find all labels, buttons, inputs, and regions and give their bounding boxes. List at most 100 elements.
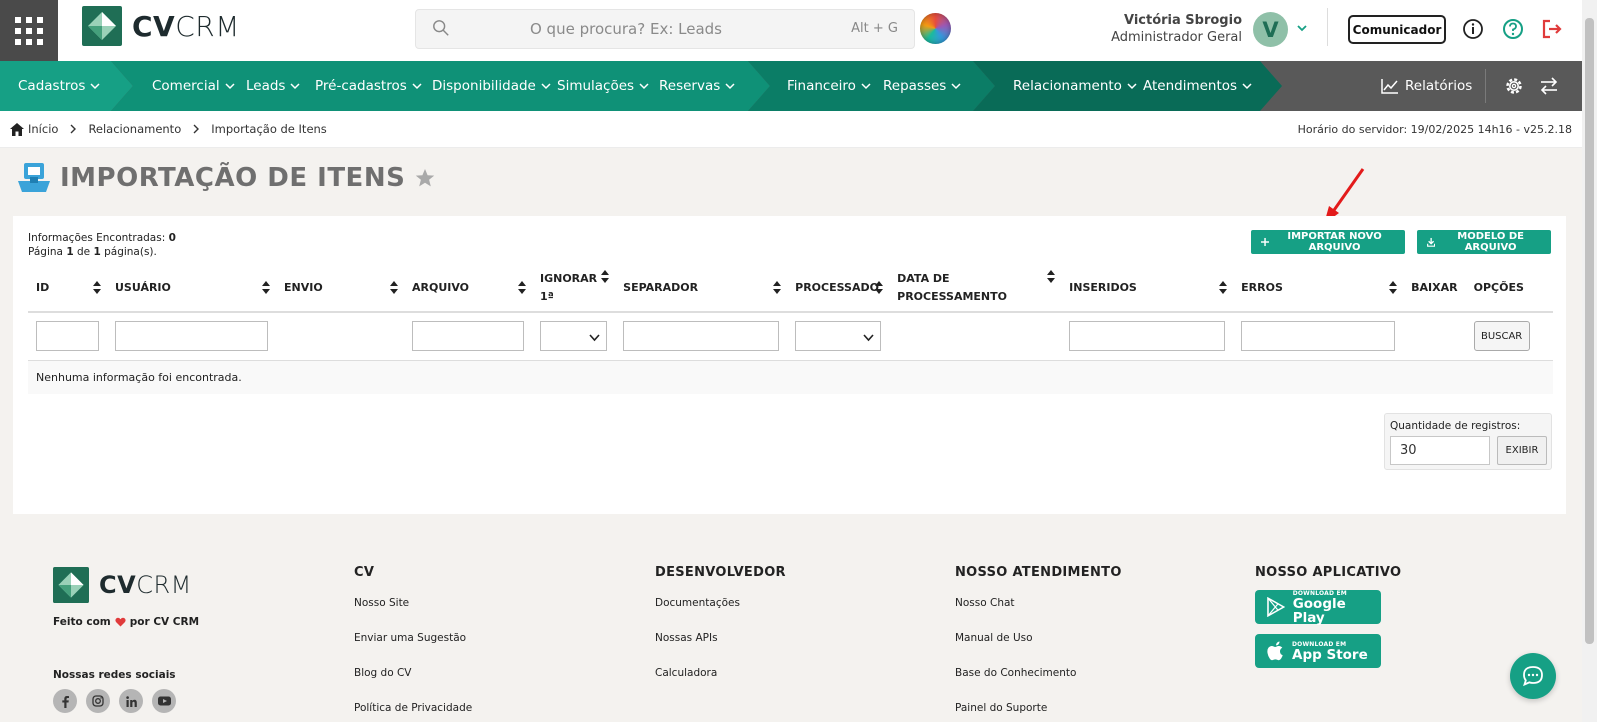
chat-button[interactable] [1510, 653, 1556, 699]
nav-atendimentos[interactable]: Atendimentos [1143, 61, 1252, 111]
nav-pre-cadastros[interactable]: Pré-cadastros [315, 61, 422, 111]
nav-divider [1485, 69, 1486, 103]
filter-processado-select[interactable] [795, 321, 882, 352]
col-baixar: BAIXAR [1403, 264, 1466, 313]
footer-link-support-panel[interactable]: Painel do Suporte [955, 702, 1122, 716]
col-opcoes: OPÇÕES [1465, 264, 1553, 313]
col-inseridos[interactable]: INSERIDOS [1061, 264, 1234, 313]
footer-col-support: NOSSO ATENDIMENTO Nosso Chat Manual de U… [955, 565, 1122, 722]
google-play-button[interactable]: DOWNLOAD EM Google Play [1255, 590, 1381, 625]
comunicador-button[interactable]: Comunicador [1348, 15, 1446, 44]
page-header: IMPORTAÇÃO DE ITENS [18, 163, 435, 193]
social-links [53, 689, 176, 713]
main-panel: Informações Encontradas: 0 Página 1 de 1… [13, 216, 1566, 514]
nav-simulacoes[interactable]: Simulações [557, 61, 649, 111]
filter-inseridos-input[interactable] [1069, 321, 1226, 352]
chevron-down-icon [90, 83, 100, 90]
nav-reservas[interactable]: Reservas [659, 61, 735, 111]
footer-link-manual[interactable]: Manual de Uso [955, 632, 1122, 646]
filter-ignorar-select[interactable] [540, 321, 608, 352]
info-icon[interactable] [1462, 18, 1484, 40]
nav-comercial[interactable]: Comercial [152, 61, 235, 111]
theme-color-orb[interactable] [920, 13, 951, 44]
col-erros[interactable]: ERROS [1233, 264, 1404, 313]
app-store-button[interactable]: DOWNLOAD EM App Store [1255, 634, 1381, 668]
file-template-button[interactable]: MODELO DE ARQUIVO [1417, 230, 1551, 254]
facebook-icon[interactable] [53, 689, 77, 713]
footer-made-with: Feito com por CV CRM [53, 616, 200, 628]
footer-link-apis[interactable]: Nossas APIs [655, 632, 786, 646]
chevron-right-icon [70, 124, 77, 134]
apps-menu-button[interactable] [0, 0, 58, 61]
star-icon[interactable] [415, 168, 435, 188]
import-new-file-button[interactable]: IMPORTAR NOVO ARQUIVO [1251, 230, 1405, 254]
breadcrumb-home[interactable]: Início [28, 122, 58, 136]
server-time: Horário do servidor: 19/02/2025 14h16 - … [1297, 123, 1572, 136]
gear-icon[interactable] [1504, 76, 1524, 96]
brand-wordmark: CVCRM [132, 9, 240, 43]
header-divider [1327, 8, 1328, 46]
show-button[interactable]: EXIBIR [1497, 436, 1547, 465]
col-data-processamento[interactable]: DATA DE PROCESSAMENTO [889, 264, 1062, 313]
avatar[interactable]: V [1253, 12, 1288, 47]
footer-link-site[interactable]: Nosso Site [354, 597, 472, 611]
nav-disponibilidade[interactable]: Disponibilidade [432, 61, 551, 111]
filter-usuario-input[interactable] [115, 321, 268, 352]
page-title: IMPORTAÇÃO DE ITENS [60, 163, 406, 193]
footer-link-suggestion[interactable]: Enviar uma Sugestão [354, 632, 472, 646]
logout-icon[interactable] [1541, 18, 1563, 40]
search-button[interactable]: BUSCAR [1473, 321, 1530, 352]
nav-relatorios[interactable]: Relatórios [1381, 61, 1472, 111]
user-role: Administrador Geral [1111, 30, 1242, 45]
help-icon[interactable] [1502, 18, 1524, 40]
linkedin-icon[interactable] [119, 689, 143, 713]
records-quantity-input[interactable] [1390, 436, 1490, 465]
page-scrollbar[interactable] [1582, 0, 1597, 722]
nav-repasses[interactable]: Repasses [883, 61, 961, 111]
nav-cadastros[interactable]: Cadastros [18, 61, 100, 111]
nav-relacionamento[interactable]: Relacionamento [1013, 61, 1137, 111]
instagram-icon[interactable] [86, 689, 110, 713]
download-icon [1427, 237, 1436, 247]
col-envio[interactable]: ENVIO [276, 264, 404, 313]
footer-link-knowledge-base[interactable]: Base do Conhecimento [955, 667, 1122, 681]
footer-link-privacy[interactable]: Política de Privacidade [354, 702, 472, 716]
footer-link-blog[interactable]: Blog do CV [354, 667, 472, 681]
home-icon[interactable] [10, 122, 24, 136]
filter-id-input[interactable] [36, 321, 99, 352]
col-id[interactable]: ID [28, 264, 107, 313]
chevron-down-icon [225, 83, 235, 90]
col-usuario[interactable]: USUÁRIO [107, 264, 276, 313]
col-processado[interactable]: PROCESSADO [787, 264, 890, 313]
youtube-icon[interactable] [152, 689, 176, 713]
nav-leads[interactable]: Leads [246, 61, 300, 111]
chevron-down-icon[interactable] [1296, 22, 1308, 34]
filter-arquivo-input[interactable] [412, 321, 524, 352]
breadcrumb-current: Importação de Itens [211, 122, 327, 136]
global-search[interactable]: Alt + G [415, 9, 915, 49]
chevron-down-icon [725, 83, 735, 90]
brand-logo[interactable]: CVCRM [82, 6, 240, 46]
footer-link-chat[interactable]: Nosso Chat [955, 597, 1122, 611]
breadcrumb-relacionamento[interactable]: Relacionamento [88, 122, 181, 136]
filter-erros-input[interactable] [1241, 321, 1396, 352]
user-info[interactable]: Victória Sbrogio Administrador Geral [1111, 13, 1242, 45]
col-ignorar[interactable]: IGNORAR 1ª [532, 264, 616, 313]
col-separador[interactable]: SEPARADOR [615, 264, 788, 313]
search-icon [433, 20, 449, 36]
filter-separador-input[interactable] [623, 321, 780, 352]
sort-icon [875, 281, 884, 294]
nav-financeiro[interactable]: Financeiro [787, 61, 871, 111]
sort-icon [1389, 281, 1398, 294]
chevron-down-icon [863, 334, 874, 342]
swap-arrows-icon[interactable] [1539, 76, 1559, 96]
footer-logo[interactable]: CVCRM [53, 567, 192, 603]
search-input[interactable] [476, 10, 776, 48]
footer-link-docs[interactable]: Documentações [655, 597, 786, 611]
imports-table: ID USUÁRIO ENVIO ARQUIVO IGNORAR 1ª SEPA… [28, 264, 1553, 394]
footer-wordmark: CVCRM [99, 571, 192, 599]
footer-link-calculator[interactable]: Calculadora [655, 667, 786, 681]
user-name: Victória Sbrogio [1123, 13, 1242, 28]
col-arquivo[interactable]: ARQUIVO [404, 264, 532, 313]
scrollbar-thumb[interactable] [1585, 18, 1594, 644]
